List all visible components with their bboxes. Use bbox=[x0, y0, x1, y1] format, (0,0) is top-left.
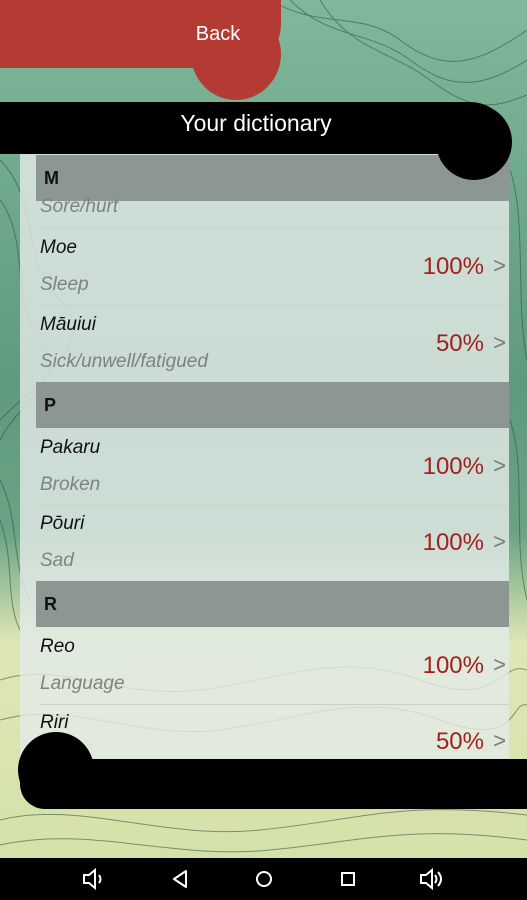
entry-score: 50% bbox=[435, 330, 484, 357]
entry-score: 100% bbox=[422, 253, 484, 280]
volume-down-icon[interactable] bbox=[80, 866, 108, 892]
entry-meaning: Language bbox=[40, 673, 125, 694]
entry-word: Moe bbox=[40, 237, 77, 258]
entry-score: 50% bbox=[435, 728, 484, 755]
entry-score: 100% bbox=[422, 453, 484, 480]
entry-word: Māuiui bbox=[40, 314, 96, 335]
entry-meaning: Sleep bbox=[40, 274, 89, 295]
section-header-p: P bbox=[36, 382, 509, 428]
chevron-right-icon: > bbox=[493, 253, 506, 278]
page-title: Your dictionary bbox=[180, 110, 332, 136]
section-letter: R bbox=[44, 594, 57, 614]
section-header-r: R bbox=[36, 581, 509, 627]
chevron-right-icon: > bbox=[493, 652, 506, 677]
dictionary-panel: M Sore/hurt Moe Sleep 100% > Māuiui Sick… bbox=[20, 153, 509, 793]
entry-meaning: Broken bbox=[40, 474, 101, 495]
entry-score: 100% bbox=[422, 529, 484, 556]
list-item[interactable]: Pōuri Sad 100% > bbox=[40, 505, 509, 582]
list-item[interactable]: Māuiui Sick/unwell/fatigued 50% > bbox=[40, 306, 509, 383]
entry-meaning: Sick/unwell/fatigued bbox=[40, 351, 208, 372]
list-item[interactable]: Sore/hurt bbox=[40, 153, 509, 228]
entry-score: 100% bbox=[422, 652, 484, 679]
entry-word: Reo bbox=[40, 636, 75, 657]
back-button-label: Back bbox=[195, 23, 241, 45]
list-item[interactable]: Pakaru Broken 100% > bbox=[40, 429, 509, 506]
volume-up-icon[interactable] bbox=[418, 866, 446, 892]
home-icon[interactable] bbox=[250, 866, 278, 892]
list-item[interactable]: Reo Language 100% > bbox=[40, 628, 509, 705]
entry-word: Pōuri bbox=[40, 513, 85, 534]
entry-meaning: Sad bbox=[40, 550, 74, 571]
entry-meaning: Sore/hurt bbox=[40, 196, 119, 217]
chevron-right-icon: > bbox=[493, 728, 506, 753]
entry-word: Pakaru bbox=[40, 437, 101, 458]
entry-word: Riri bbox=[40, 712, 69, 733]
bottom-bar bbox=[20, 759, 527, 809]
back-button[interactable]: Back bbox=[0, 0, 281, 100]
chevron-right-icon: > bbox=[493, 529, 506, 554]
recents-icon[interactable] bbox=[334, 866, 362, 892]
chevron-right-icon: > bbox=[493, 330, 506, 355]
list-item[interactable]: Moe Sleep 100% > bbox=[40, 229, 509, 306]
chevron-right-icon: > bbox=[493, 453, 506, 478]
system-navigation-bar bbox=[0, 858, 527, 900]
back-icon[interactable] bbox=[166, 866, 194, 892]
bottom-bar-decoration bbox=[18, 732, 94, 808]
section-letter: P bbox=[44, 395, 57, 415]
